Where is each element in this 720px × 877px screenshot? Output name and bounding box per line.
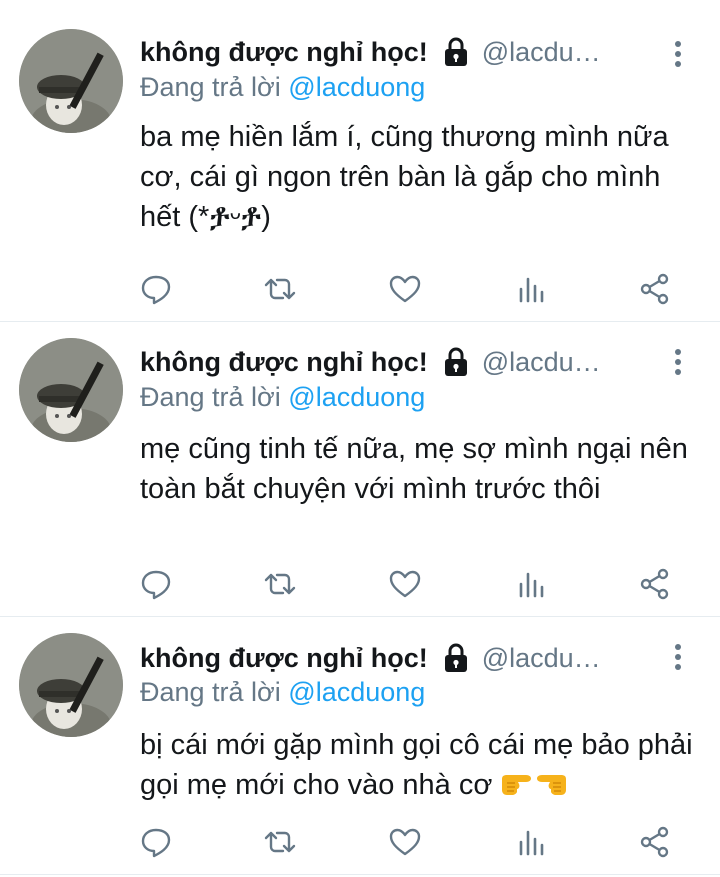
action-bar — [0, 271, 720, 307]
analytics-icon[interactable] — [513, 824, 549, 860]
analytics-icon[interactable] — [513, 566, 549, 602]
handle[interactable]: @lacdu… — [482, 643, 601, 674]
display-name[interactable]: không được nghỉ học! — [140, 347, 428, 378]
pointing-left-emoji — [534, 767, 568, 797]
pointing-right-emoji — [500, 767, 534, 797]
reply-mention-link[interactable]: @lacduong — [288, 382, 425, 412]
replying-to: Đang trả lời @lacduong — [140, 382, 425, 413]
reply-icon[interactable] — [138, 566, 174, 602]
lock-icon — [442, 643, 470, 673]
handle[interactable]: @lacdu… — [482, 37, 601, 68]
action-bar — [0, 824, 720, 860]
retweet-icon[interactable] — [262, 566, 298, 602]
replying-to: Đang trả lời @lacduong — [140, 72, 425, 103]
avatar[interactable] — [19, 633, 123, 737]
tweet-header: không được nghỉ học! @lacdu… — [140, 32, 660, 72]
reply-mention-link[interactable]: @lacduong — [288, 72, 425, 102]
more-vertical-icon[interactable] — [667, 38, 689, 70]
reply-icon[interactable] — [138, 271, 174, 307]
tweet-header: không được nghỉ học! @lacdu… — [140, 638, 660, 678]
more-vertical-icon[interactable] — [667, 641, 689, 673]
avatar[interactable] — [19, 338, 123, 442]
tweet-header: không được nghỉ học! @lacdu… — [140, 342, 660, 382]
heart-icon[interactable] — [387, 271, 423, 307]
tweet-text-content: mẹ cũng tinh tế nữa, mẹ sợ mình ngại nên… — [140, 433, 688, 505]
more-vertical-icon[interactable] — [667, 346, 689, 378]
heart-icon[interactable] — [387, 824, 423, 860]
retweet-icon[interactable] — [262, 271, 298, 307]
reply-prefix: Đang trả lời — [140, 677, 281, 707]
reply-prefix: Đang trả lời — [140, 382, 281, 412]
tweet-text-content: ba mẹ hiền lắm í, cũng thương mình nữa c… — [140, 121, 669, 233]
action-bar — [0, 566, 720, 602]
avatar[interactable] — [19, 29, 123, 133]
share-icon[interactable] — [637, 824, 673, 860]
tweet-divider — [0, 874, 720, 875]
tweet-text: mẹ cũng tinh tế nữa, mẹ sợ mình ngại nên… — [140, 429, 695, 509]
display-name[interactable]: không được nghỉ học! — [140, 37, 428, 68]
lock-icon — [442, 37, 470, 67]
tweet-text: ba mẹ hiền lắm í, cũng thương mình nữa c… — [140, 117, 695, 237]
replying-to: Đang trả lời @lacduong — [140, 677, 425, 708]
tweet[interactable]: không được nghỉ học! @lacdu… Đang trả lờ… — [0, 0, 720, 321]
analytics-icon[interactable] — [513, 271, 549, 307]
heart-icon[interactable] — [387, 566, 423, 602]
share-icon[interactable] — [637, 566, 673, 602]
retweet-icon[interactable] — [262, 824, 298, 860]
tweet-text: bị cái mới gặp mình gọi cô cái mẹ bảo ph… — [140, 725, 695, 805]
share-icon[interactable] — [637, 271, 673, 307]
tweet-text-content: bị cái mới gặp mình gọi cô cái mẹ bảo ph… — [140, 729, 693, 801]
tweet[interactable]: không được nghỉ học! @lacdu… Đang trả lờ… — [0, 322, 720, 616]
tweet[interactable]: không được nghỉ học! @lacdu… Đang trả lờ… — [0, 617, 720, 877]
display-name[interactable]: không được nghỉ học! — [140, 643, 428, 674]
lock-icon — [442, 347, 470, 377]
reply-icon[interactable] — [138, 824, 174, 860]
reply-prefix: Đang trả lời — [140, 72, 281, 102]
handle[interactable]: @lacdu… — [482, 347, 601, 378]
reply-mention-link[interactable]: @lacduong — [288, 677, 425, 707]
